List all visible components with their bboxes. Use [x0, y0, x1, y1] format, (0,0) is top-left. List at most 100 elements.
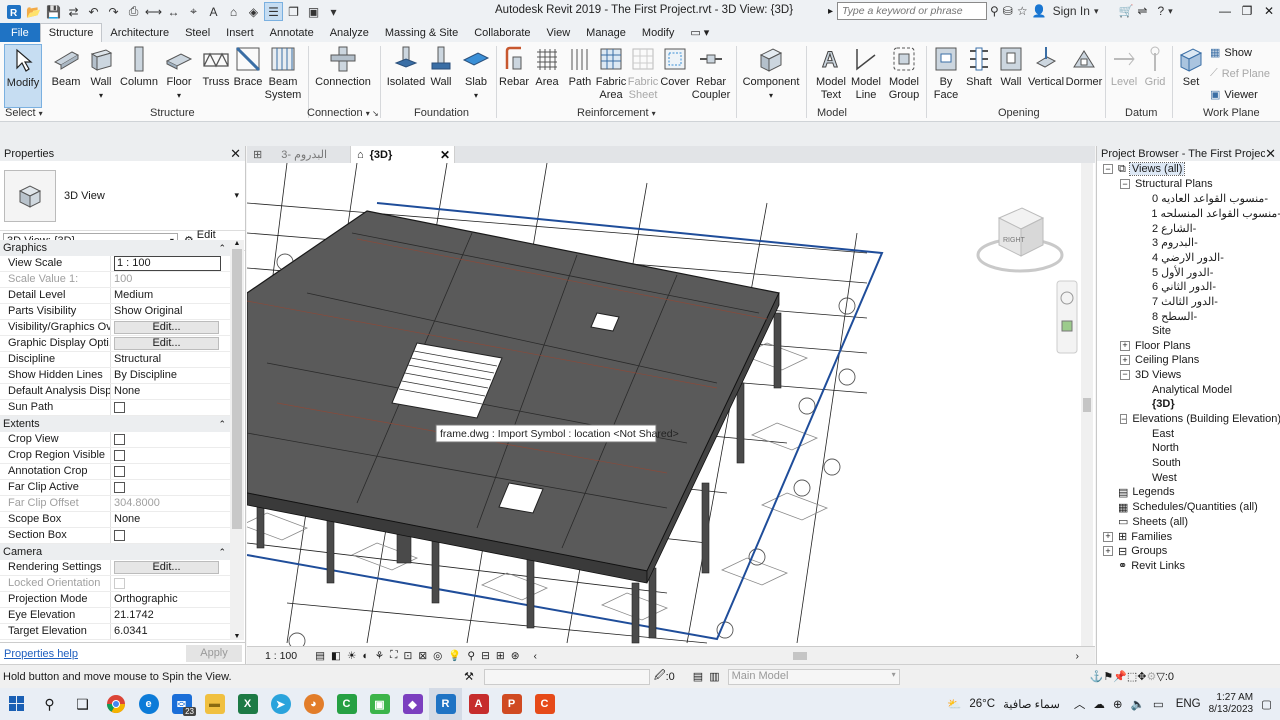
properties-scrollbar[interactable]: ▲ ▼: [230, 240, 244, 640]
property-value[interactable]: Structural: [114, 353, 161, 365]
tree-node-label[interactable]: Schedules/Quantities (all): [1132, 501, 1257, 513]
tab-view[interactable]: View: [539, 23, 579, 42]
favorites-icon[interactable]: ☆: [1017, 2, 1028, 20]
tray-expand-icon[interactable]: ︿: [1074, 696, 1086, 712]
rebar-coupler-button[interactable]: Rebar Coupler: [692, 44, 730, 108]
section-extents[interactable]: Extents ⌃: [0, 416, 230, 432]
select-pinned-icon[interactable]: 📌: [1113, 670, 1127, 683]
task-view-icon[interactable]: ❑: [66, 688, 99, 720]
tree-node-label[interactable]: Elevations (Building Elevation): [1132, 413, 1280, 425]
binoculars-icon[interactable]: ⚲: [990, 2, 999, 20]
beam-system-button[interactable]: Beam System: [265, 44, 301, 108]
wall-button[interactable]: Wall ▾: [86, 44, 116, 108]
tab-analyze[interactable]: Analyze: [322, 23, 377, 42]
show-workplane-button[interactable]: ▦ Show: [1210, 46, 1252, 60]
tree-node[interactable]: الدور الأول 5-: [1097, 265, 1280, 280]
switch-windows-icon[interactable]: ▣: [304, 2, 323, 21]
constraints-icon[interactable]: ⊛: [511, 650, 520, 662]
tree-node-label[interactable]: الشارع 2-: [1152, 222, 1196, 235]
camtasia-icon[interactable]: C: [330, 688, 363, 720]
tree-node[interactable]: −3D Views: [1097, 368, 1280, 383]
weather-temp[interactable]: 26°C: [969, 698, 995, 710]
sun-path-icon[interactable]: ☀: [347, 650, 356, 662]
3d-model-canvas[interactable]: RIGHT frame.dwg : Import Symbol : locati…: [247, 163, 1095, 646]
tree-node-label[interactable]: الدور الثاني 6-: [1152, 280, 1216, 293]
clock[interactable]: 1:27 AM 8/13/2023: [1209, 692, 1254, 716]
tab-massing-site[interactable]: Massing & Site: [377, 23, 466, 42]
redo-icon[interactable]: ↷: [104, 2, 123, 21]
panel-connection[interactable]: Connection ▾ ↘: [307, 107, 379, 119]
notifications-icon[interactable]: ▢: [1261, 697, 1272, 711]
tree-node-label[interactable]: Groups: [1131, 545, 1167, 557]
cover-button[interactable]: Cover: [660, 44, 690, 108]
checkbox[interactable]: [114, 450, 125, 461]
collapse-section-icon[interactable]: ⌃: [218, 547, 226, 558]
section-graphics[interactable]: Graphics ⌃: [0, 240, 230, 256]
ribbon-options-icon[interactable]: ▭ ▾: [682, 23, 717, 42]
tree-node[interactable]: South: [1097, 456, 1280, 471]
tree-node[interactable]: الشارع 2-: [1097, 221, 1280, 236]
tree-node-label[interactable]: الدور الارضي 4-: [1152, 251, 1224, 264]
close-button[interactable]: ✕: [1258, 0, 1280, 22]
view-scale-label[interactable]: 1 : 100: [265, 650, 297, 662]
tree-toggle-icon[interactable]: −: [1120, 179, 1130, 190]
drag-elements-icon[interactable]: ✥: [1137, 670, 1146, 683]
telegram-icon[interactable]: ➤: [264, 688, 297, 720]
brace-button[interactable]: Brace: [233, 44, 263, 108]
select-links-icon[interactable]: ⚓: [1090, 670, 1104, 683]
checkbox[interactable]: [114, 466, 125, 477]
editable-only-icon[interactable]: 🖉: [654, 667, 666, 686]
qat-dropdown-icon[interactable]: ▾: [324, 2, 343, 21]
view-scroll-thumb[interactable]: [1083, 398, 1091, 412]
beam-button[interactable]: Beam: [50, 44, 82, 108]
tree-node[interactable]: − Elevations (Building Elevation): [1097, 412, 1280, 427]
tree-node[interactable]: − Structural Plans: [1097, 177, 1280, 192]
apply-button[interactable]: Apply: [186, 645, 242, 662]
tree-node[interactable]: East: [1097, 426, 1280, 441]
workset-dropdown[interactable]: [483, 668, 650, 685]
tree-node[interactable]: North: [1097, 441, 1280, 456]
path-button[interactable]: Path: [565, 44, 595, 108]
checkbox[interactable]: [114, 402, 125, 413]
model-text-button[interactable]: A Model Text: [812, 44, 850, 108]
tree-node-label[interactable]: {3D}: [1152, 398, 1175, 410]
property-value[interactable]: None: [114, 513, 140, 525]
close-tab-icon[interactable]: ✕: [440, 148, 450, 162]
worksharing-icon[interactable]: ⚲: [467, 650, 475, 662]
tree-node[interactable]: + ⊟ Groups: [1097, 544, 1280, 559]
print-icon[interactable]: ⎙: [124, 2, 143, 21]
tab-manage[interactable]: Manage: [578, 23, 634, 42]
tree-toggle-icon[interactable]: −: [1120, 369, 1130, 380]
default-3d-icon[interactable]: ⌂: [224, 2, 243, 21]
set-workplane-button[interactable]: Set: [1176, 44, 1206, 108]
dormer-button[interactable]: Dormer: [1066, 44, 1102, 108]
tree-node[interactable]: {3D}: [1097, 397, 1280, 412]
revit-taskbar-icon[interactable]: R: [429, 688, 462, 720]
tree-node[interactable]: West: [1097, 470, 1280, 485]
tree-node-label[interactable]: الدور الثالث 7-: [1152, 295, 1218, 308]
sync-icon[interactable]: ⇄: [64, 2, 83, 21]
filter-icon[interactable]: ▽: [1156, 670, 1164, 683]
background-processes-icon[interactable]: ⚙: [1147, 670, 1157, 683]
modify-button[interactable]: Modify: [4, 44, 42, 108]
property-value[interactable]: Orthographic: [114, 593, 178, 605]
tree-node[interactable]: + Floor Plans: [1097, 338, 1280, 353]
network-icon[interactable]: ⊕: [1113, 697, 1123, 711]
revit-app-icon[interactable]: R: [4, 2, 23, 21]
design-options-mini-icon[interactable]: ▥: [709, 670, 719, 683]
component-button[interactable]: Component ▾: [742, 44, 800, 108]
tree-node-label[interactable]: السطح 8-: [1152, 310, 1197, 323]
tab-modify[interactable]: Modify: [634, 23, 682, 42]
close-browser-icon[interactable]: ✕: [1265, 146, 1276, 162]
weather-icon[interactable]: ⛅: [947, 697, 961, 711]
hscroll-thumb[interactable]: [793, 651, 808, 660]
shadows-icon[interactable]: ◐: [362, 650, 368, 662]
tree-node[interactable]: Analytical Model: [1097, 382, 1280, 397]
select-underlay-icon[interactable]: ⚑: [1103, 670, 1113, 683]
view-tab-3d[interactable]: ⌂ {3D} ✕: [351, 146, 455, 163]
hscroll-left-icon[interactable]: ‹: [534, 650, 538, 662]
tree-node[interactable]: − ⧉ Views (all): [1097, 162, 1280, 177]
battery-icon[interactable]: ▭: [1153, 697, 1164, 711]
tab-steel[interactable]: Steel: [177, 23, 218, 42]
close-properties-icon[interactable]: ✕: [230, 146, 241, 162]
